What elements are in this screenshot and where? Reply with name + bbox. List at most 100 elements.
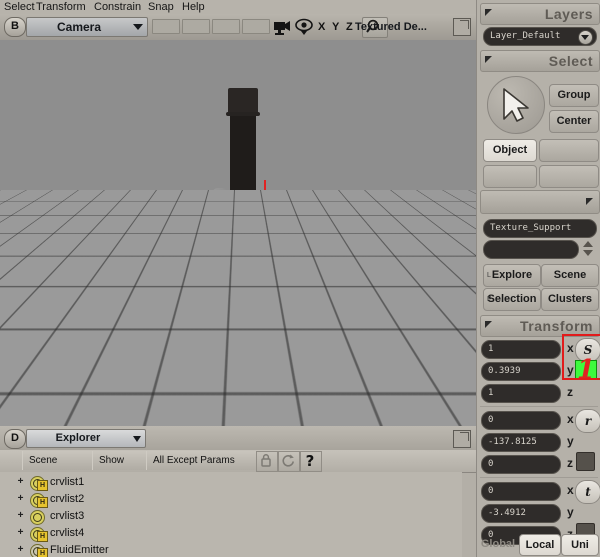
mode-local-button[interactable]: Local [519, 534, 561, 556]
annotation-box-ground [192, 385, 222, 417]
selected-object-field[interactable]: Texture_Support [483, 219, 597, 238]
rotation-list-icon[interactable] [576, 452, 595, 471]
collapse-icon[interactable] [485, 321, 492, 328]
lock-icon[interactable] [256, 451, 278, 472]
menu-item-constrain[interactable]: Constrain [92, 0, 143, 14]
expander-icon[interactable]: + [16, 494, 25, 503]
toolbar-slot-4[interactable] [242, 19, 270, 34]
menu-item-select[interactable]: Select [2, 0, 37, 14]
eye-icon[interactable] [294, 18, 314, 36]
list-item-label: crvlist4 [50, 525, 84, 541]
rotation-mode-button[interactable]: r [575, 409, 600, 433]
menu-item-snap[interactable]: Snap [146, 0, 176, 14]
explorer-maximize-icon[interactable] [453, 430, 471, 448]
viewport-toolbar: B Camera X Y Z [0, 14, 476, 41]
tripod-label-y: Y [43, 379, 50, 390]
explorer-view-combo[interactable]: Explorer [26, 429, 146, 448]
viewport-3d[interactable]: Tuonteci HOT CHILI SAUCE www.xxxxx.com 贴… [0, 40, 476, 426]
toolbar-slot-3[interactable] [212, 19, 240, 34]
expander-icon[interactable]: + [16, 528, 25, 537]
explorer-letter-badge[interactable]: D [4, 429, 26, 449]
svg-text:?: ? [306, 452, 315, 469]
layer-combo[interactable]: Layer_Default [483, 27, 597, 46]
rotation-z-axis-label: z [567, 456, 573, 470]
list-item-label: crvlist3 [50, 508, 84, 524]
spinner-icon[interactable] [581, 240, 595, 257]
annotation-arrow-shaft [264, 180, 266, 284]
section-header-select[interactable]: Select [480, 50, 600, 72]
explorer-scene-label: Scene [29, 455, 57, 466]
texture-support-cube[interactable] [313, 353, 329, 369]
axis-label-y[interactable]: Y [332, 18, 339, 36]
section-header-explore[interactable] [480, 190, 600, 214]
scale-z-field[interactable]: 1 [481, 384, 561, 403]
menu-item-help[interactable]: Help [180, 0, 207, 14]
badge-icon: H [37, 497, 48, 508]
scale-x-field[interactable]: 1 [481, 340, 561, 359]
annotation-number-2: 2 [314, 263, 332, 293]
display-mode-label[interactable]: Textured De... [355, 18, 427, 36]
scene-button[interactable]: Scene [541, 264, 599, 287]
expander-icon[interactable]: + [16, 511, 25, 520]
section-title-layers: Layers [545, 5, 593, 23]
toolbar-slot-2[interactable] [182, 19, 210, 34]
toolbar-slot-1[interactable] [152, 19, 180, 34]
menu-item-transform[interactable]: Transform [34, 0, 88, 14]
clusters-button[interactable]: Clusters [541, 288, 599, 311]
maximize-icon[interactable] [453, 18, 471, 36]
menubar: Select Transform Constrain Snap Help [0, 0, 476, 14]
tripod-label-z: Z [58, 410, 65, 421]
bottle-object[interactable]: Tuonteci HOT CHILI SAUCE [243, 88, 244, 89]
rotation-x-field[interactable]: 0 [481, 411, 561, 430]
select-object-button[interactable]: Object [483, 139, 537, 162]
help-icon[interactable]: ? [300, 451, 322, 472]
collapse-icon[interactable] [485, 9, 492, 16]
viewport-axis-tripod: Y Z X [22, 380, 66, 426]
badge-icon: H [37, 531, 48, 542]
collapse-icon[interactable] [586, 198, 593, 205]
translation-mode-button[interactable]: t [575, 480, 600, 504]
select-extra-2[interactable] [539, 165, 599, 188]
axis-label-x[interactable]: X [318, 18, 325, 36]
viewport-letter-badge[interactable]: B [4, 17, 26, 37]
explore-label: Explore [492, 269, 532, 281]
expander-icon[interactable]: + [16, 545, 25, 554]
selection-button[interactable]: F Selection [483, 288, 541, 311]
scale-x-value: 1 [488, 341, 493, 358]
explorer-header: D Explorer [0, 426, 476, 451]
section-header-layers[interactable]: Layers [480, 3, 600, 25]
select-blank-button[interactable] [539, 139, 599, 162]
rotation-y-field[interactable]: -137.8125 [481, 433, 561, 452]
explorer-filter-menu[interactable]: All Except Params [146, 451, 266, 470]
axis-label-z[interactable]: Z [346, 18, 353, 36]
translation-y-axis-label: y [567, 505, 574, 519]
camera-icon[interactable] [272, 18, 292, 36]
mode-uni-button[interactable]: Uni [561, 534, 599, 556]
translation-x-field[interactable]: 0 [481, 482, 561, 501]
translation-x-axis-label: x [567, 483, 574, 497]
refresh-icon[interactable] [278, 451, 300, 472]
translation-y-field[interactable]: -3.4912 [481, 504, 561, 523]
chevron-down-icon[interactable] [578, 30, 593, 45]
explorer-tree[interactable]: + H crvlist1 + H crvlist2 + crvlist3 + H… [0, 472, 462, 557]
explore-button[interactable]: L Explore [483, 264, 541, 287]
rotation-z-field[interactable]: 0 [481, 455, 561, 474]
select-center-button[interactable]: Center [549, 110, 599, 133]
collapse-icon[interactable] [485, 56, 492, 63]
annotation-text-cn: 贴图方式及坐标物体 [38, 336, 200, 361]
select-group-button[interactable]: Group [549, 84, 599, 107]
camera-view-combo[interactable]: Camera [26, 17, 148, 37]
viewport-watermark: www.xxxxx.com [145, 302, 475, 330]
rotation-y-value: -137.8125 [488, 434, 537, 451]
select-extra-1[interactable] [483, 165, 537, 188]
mode-global-button[interactable]: Global [479, 534, 517, 554]
scale-y-field[interactable]: 0.3939 [481, 362, 561, 381]
section-title-transform: Transform [520, 317, 593, 335]
chevron-down-icon [133, 436, 141, 442]
explorer-show-label: Show [99, 455, 124, 466]
camera-view-label: Camera [27, 18, 131, 36]
expander-icon[interactable]: + [16, 477, 25, 486]
rotation-x-value: 0 [488, 412, 493, 429]
arrow-cursor-icon[interactable] [487, 76, 545, 134]
secondary-object-field[interactable] [483, 240, 579, 259]
